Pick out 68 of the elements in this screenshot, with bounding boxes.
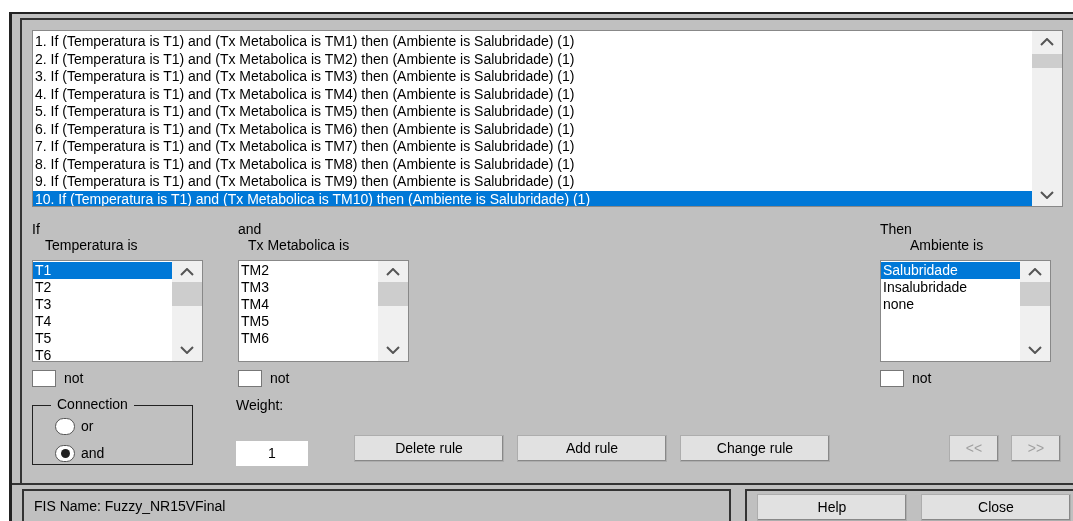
list-box[interactable]: T1 T2 T3 T4 T5 T6: [32, 260, 203, 362]
variable-label: Ambiente is: [909, 237, 985, 254]
scroll-up-icon[interactable]: [1028, 268, 1042, 276]
status-text: FIS Name: Fuzzy_NR15VFinal: [34, 498, 226, 514]
scrollbar[interactable]: [1032, 31, 1062, 206]
scrollbar-thumb[interactable]: [172, 282, 202, 306]
checkbox-label: not: [64, 369, 84, 388]
push-button[interactable]: Help: [757, 494, 907, 521]
checkbox[interactable]: [32, 370, 56, 387]
scrollbar-thumb[interactable]: [1020, 282, 1050, 306]
section-label: If: [32, 221, 41, 237]
section-label: and: [238, 221, 263, 237]
rule-item[interactable]: 7. If (Temperatura is T1) and (Tx Metabolica is TM7) then (Ambiente is Salubridade) (1): [33, 138, 1032, 156]
section-label: Then: [880, 221, 913, 237]
variable-label: Temperatura is: [44, 237, 139, 254]
scroll-down-icon[interactable]: [180, 346, 194, 354]
rule-item[interactable]: 2. If (Temperatura is T1) and (Tx Metabolica is TM2) then (Ambiente is Salubridade) (1): [33, 50, 1032, 68]
list-item[interactable]: none: [881, 296, 1020, 313]
list-item[interactable]: TM2: [239, 262, 378, 279]
rule-item[interactable]: 10. If (Temperatura is T1) and (Tx Metabolica is TM10) then (Ambiente is Salubridade) (1): [33, 190, 1032, 206]
checkbox[interactable]: [880, 370, 904, 387]
radio-button[interactable]: [55, 418, 75, 435]
rule-item[interactable]: 3. If (Temperatura is T1) and (Tx Metabolica is TM3) then (Ambiente is Salubridade) (1): [33, 68, 1032, 86]
list-item[interactable]: Salubridade: [881, 262, 1020, 279]
push-button[interactable]: Delete rule: [354, 435, 504, 462]
variable-label: Tx Metabolica is: [247, 237, 351, 254]
scrollbar[interactable]: [172, 261, 202, 361]
list-item[interactable]: T4: [33, 313, 172, 330]
scroll-down-icon[interactable]: [1040, 191, 1054, 199]
scrollbar[interactable]: [378, 261, 408, 361]
rule-item[interactable]: 5. If (Temperatura is T1) and (Tx Metabolica is TM5) then (Ambiente is Salubridade) (1): [33, 103, 1032, 121]
list-item[interactable]: Insalubridade: [881, 279, 1020, 296]
list-item[interactable]: T5: [33, 330, 172, 347]
push-button[interactable]: Change rule: [680, 435, 830, 462]
push-button[interactable]: Add rule: [517, 435, 667, 462]
list-item[interactable]: TM3: [239, 279, 378, 296]
list-item[interactable]: T1: [33, 262, 172, 279]
scrollbar-thumb[interactable]: [378, 282, 408, 306]
rule-list[interactable]: [32, 30, 1063, 207]
list-item[interactable]: T6: [33, 347, 172, 361]
list-item[interactable]: TM6: [239, 330, 378, 347]
weight-field[interactable]: 1: [236, 441, 308, 466]
list-box[interactable]: Salubridade Insalubridade none: [880, 260, 1051, 362]
list-item[interactable]: TM5: [239, 313, 378, 330]
radio-label: or: [81, 417, 94, 436]
checkbox-label: not: [912, 369, 932, 388]
weight-label: Weight:: [236, 397, 285, 414]
scroll-up-icon[interactable]: [386, 268, 400, 276]
rule-item[interactable]: 4. If (Temperatura is T1) and (Tx Metabolica is TM4) then (Ambiente is Salubridade) (1): [33, 85, 1032, 103]
push-button[interactable]: Close: [921, 494, 1071, 521]
scrollbar-thumb[interactable]: [1032, 54, 1062, 68]
list-box[interactable]: TM2 TM3 TM4 TM5 TM6: [238, 260, 409, 362]
scroll-down-icon[interactable]: [1028, 346, 1042, 354]
rule-item[interactable]: 6. If (Temperatura is T1) and (Tx Metabolica is TM6) then (Ambiente is Salubridade) (1): [33, 120, 1032, 138]
list-item[interactable]: T2: [33, 279, 172, 296]
radio-label: and: [81, 444, 105, 463]
checkbox[interactable]: [238, 370, 262, 387]
rule-item[interactable]: 9. If (Temperatura is T1) and (Tx Metabolica is TM9) then (Ambiente is Salubridade) (1): [33, 173, 1032, 191]
scroll-down-icon[interactable]: [386, 346, 400, 354]
list-item[interactable]: T3: [33, 296, 172, 313]
scroll-up-icon[interactable]: [1040, 38, 1054, 46]
rule-item[interactable]: 1. If (Temperatura is T1) and (Tx Metabolica is TM1) then (Ambiente is Salubridade) (1): [33, 33, 1032, 51]
scrollbar[interactable]: [1020, 261, 1050, 361]
list-item[interactable]: TM4: [239, 296, 378, 313]
radio-button[interactable]: [55, 445, 75, 462]
rule-item[interactable]: 8. If (Temperatura is T1) and (Tx Metabolica is TM8) then (Ambiente is Salubridade) (1): [33, 155, 1032, 173]
scroll-up-icon[interactable]: [180, 268, 194, 276]
checkbox-label: not: [270, 369, 290, 388]
